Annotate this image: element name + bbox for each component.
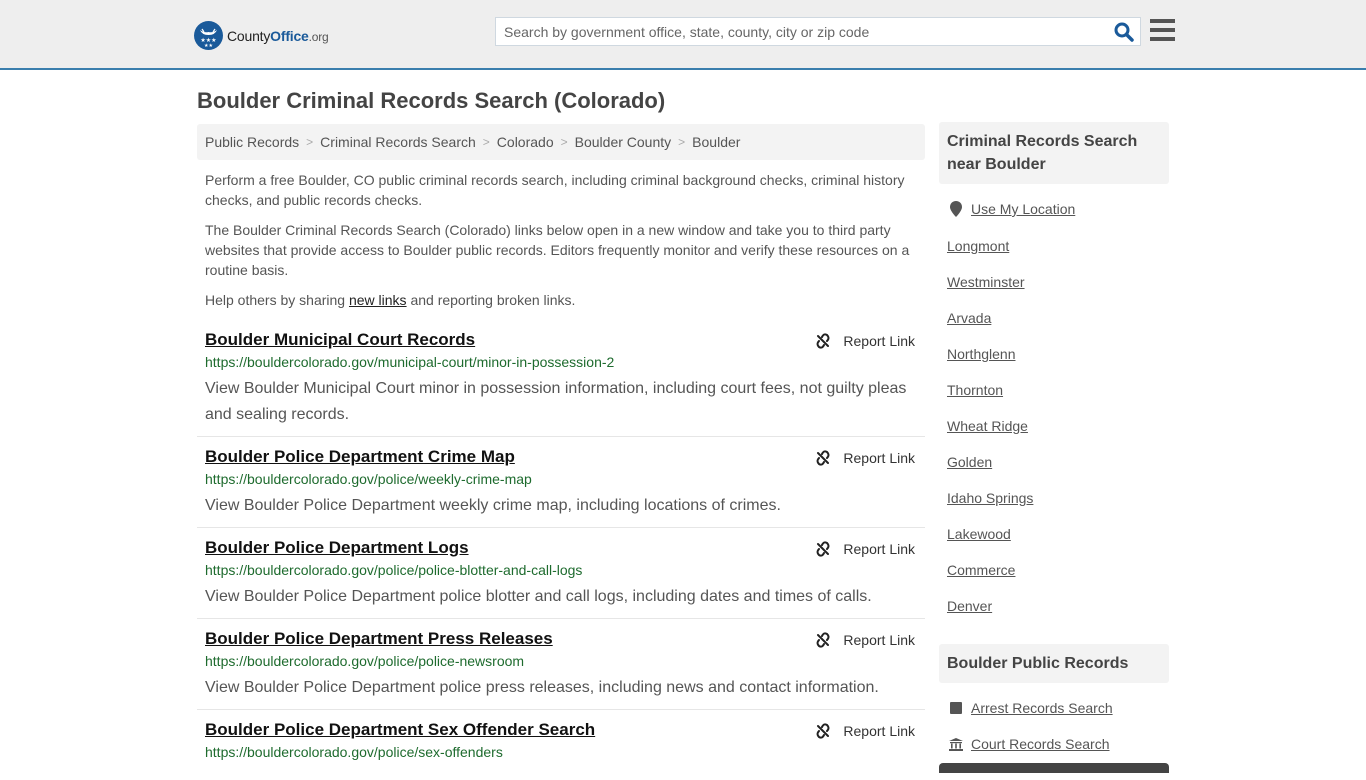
map-pin-icon bbox=[947, 201, 965, 217]
result-url: https://bouldercolorado.gov/police/sex-o… bbox=[205, 744, 503, 760]
hamburger-menu-icon[interactable] bbox=[1150, 19, 1175, 41]
breadcrumb-boulder-county[interactable]: Boulder County bbox=[575, 134, 672, 150]
breadcrumb-boulder[interactable]: Boulder bbox=[692, 134, 740, 150]
result-title-link[interactable]: Boulder Police Department Press Releases bbox=[205, 629, 553, 649]
chevron-right-icon: > bbox=[678, 135, 686, 149]
broken-link-icon bbox=[816, 541, 830, 557]
result-url: https://bouldercolorado.gov/police/weekl… bbox=[205, 471, 532, 487]
use-my-location[interactable]: Use My Location bbox=[947, 201, 1075, 217]
site-header: ★★★ ★★ CountyOffice.org bbox=[0, 0, 1366, 70]
report-link-button[interactable]: Report Link bbox=[815, 450, 915, 466]
result-item: Boulder Police Department Crime Map Repo… bbox=[197, 447, 925, 528]
court-records-link[interactable]: Court Records Search bbox=[971, 736, 1110, 752]
eagle-stars-icon: ★★★ ★★ bbox=[194, 21, 223, 50]
intro-paragraph: Perform a free Boulder, CO public crimin… bbox=[205, 172, 905, 208]
report-link-button[interactable]: Report Link bbox=[815, 333, 915, 349]
result-description: View Boulder Municipal Court minor in po… bbox=[205, 380, 907, 423]
arrest-records-link[interactable]: Arrest Records Search bbox=[971, 700, 1113, 716]
city-link-lakewood[interactable]: Lakewood bbox=[947, 526, 1011, 542]
broken-link-icon bbox=[816, 723, 830, 739]
breadcrumb-colorado[interactable]: Colorado bbox=[497, 134, 554, 150]
result-url: https://bouldercolorado.gov/municipal-co… bbox=[205, 354, 615, 370]
city-link-denver[interactable]: Denver bbox=[947, 598, 992, 614]
arrest-records-item[interactable]: Arrest Records Search bbox=[947, 700, 1113, 716]
result-item: Boulder Municipal Court Records Report L… bbox=[197, 330, 925, 437]
city-link-westminster[interactable]: Westminster bbox=[947, 274, 1025, 290]
result-title-link[interactable]: Boulder Police Department Crime Map bbox=[205, 447, 515, 467]
city-link-idaho-springs[interactable]: Idaho Springs bbox=[947, 490, 1033, 506]
broken-link-icon bbox=[816, 450, 830, 466]
result-url: https://bouldercolorado.gov/police/polic… bbox=[205, 653, 525, 669]
result-item: Boulder Police Department Logs Report Li… bbox=[197, 538, 925, 619]
sidebar-next-section bbox=[939, 763, 1169, 773]
city-link-arvada[interactable]: Arvada bbox=[947, 310, 991, 326]
result-title-link[interactable]: Boulder Municipal Court Records bbox=[205, 330, 475, 350]
search-icon[interactable] bbox=[1114, 22, 1134, 42]
new-links-link[interactable]: new links bbox=[349, 292, 407, 308]
chevron-right-icon: > bbox=[306, 135, 314, 149]
city-link-longmont[interactable]: Longmont bbox=[947, 238, 1009, 254]
chevron-right-icon: > bbox=[482, 135, 490, 149]
result-description: View Boulder Police Department police bl… bbox=[205, 588, 872, 605]
city-link-northglenn[interactable]: Northglenn bbox=[947, 346, 1016, 362]
svg-text:★★: ★★ bbox=[204, 43, 213, 49]
result-title-link[interactable]: Boulder Police Department Sex Offender S… bbox=[205, 720, 595, 740]
use-my-location-link[interactable]: Use My Location bbox=[971, 201, 1075, 217]
breadcrumb-criminal-records-search[interactable]: Criminal Records Search bbox=[320, 134, 476, 150]
chevron-right-icon: > bbox=[560, 135, 568, 149]
result-title-link[interactable]: Boulder Police Department Logs bbox=[205, 538, 469, 558]
result-description: View Boulder Police Department weekly cr… bbox=[205, 497, 781, 514]
report-link-button[interactable]: Report Link bbox=[815, 541, 915, 557]
site-logo[interactable]: ★★★ ★★ CountyOffice.org bbox=[194, 21, 329, 50]
page-title: Boulder Criminal Records Search (Colorad… bbox=[197, 88, 666, 113]
breadcrumb: Public Records > Criminal Records Search >… bbox=[197, 124, 925, 160]
city-link-commerce[interactable]: Commerce bbox=[947, 562, 1015, 578]
nearby-heading: Criminal Records Search near Boulder bbox=[939, 122, 1169, 184]
search-input[interactable] bbox=[496, 18, 1106, 45]
city-link-wheat-ridge[interactable]: Wheat Ridge bbox=[947, 418, 1028, 434]
broken-link-icon bbox=[816, 632, 830, 648]
result-url: https://bouldercolorado.gov/police/polic… bbox=[205, 562, 583, 578]
city-link-thornton[interactable]: Thornton bbox=[947, 382, 1003, 398]
breadcrumb-public-records[interactable]: Public Records bbox=[205, 134, 299, 150]
courthouse-icon bbox=[947, 737, 965, 751]
square-icon bbox=[947, 702, 965, 714]
result-item: Boulder Police Department Press Releases… bbox=[197, 629, 925, 710]
report-link-button[interactable]: Report Link bbox=[815, 723, 915, 739]
report-link-button[interactable]: Report Link bbox=[815, 632, 915, 648]
broken-link-icon bbox=[816, 333, 830, 349]
court-records-item[interactable]: Court Records Search bbox=[947, 736, 1110, 752]
result-item: Boulder Police Department Sex Offender S… bbox=[197, 720, 925, 780]
share-paragraph: Help others by sharing new links and rep… bbox=[205, 292, 576, 308]
logo-text: CountyOffice.org bbox=[227, 27, 329, 44]
result-description: View Boulder Police Department police pr… bbox=[205, 679, 879, 696]
search-box bbox=[495, 17, 1141, 46]
city-link-golden[interactable]: Golden bbox=[947, 454, 992, 470]
public-records-heading: Boulder Public Records bbox=[939, 644, 1169, 683]
disclaimer-paragraph: The Boulder Criminal Records Search (Col… bbox=[205, 222, 910, 278]
